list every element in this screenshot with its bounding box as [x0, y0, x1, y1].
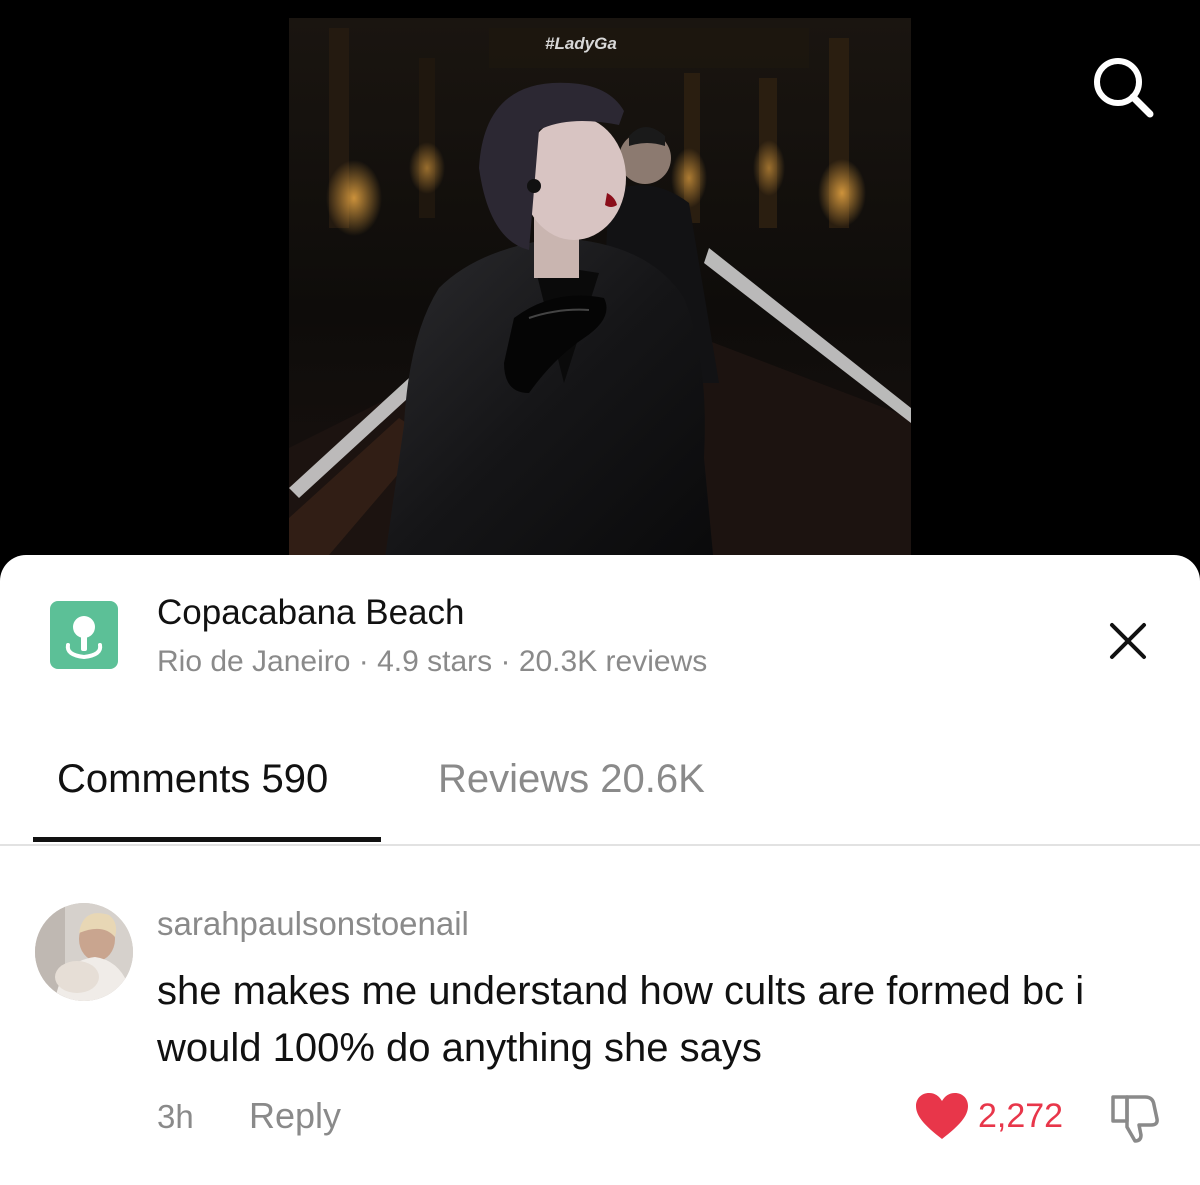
thumbs-down-icon: [1111, 1095, 1159, 1143]
comment-username[interactable]: sarahpaulsonstoenail: [157, 905, 469, 943]
comments-sheet: Copacabana Beach Rio de Janeiro · 4.9 st…: [0, 555, 1200, 1185]
tabs-divider: [0, 844, 1200, 846]
map-pin-icon: [50, 601, 118, 669]
video-still: [289, 18, 911, 555]
tab-comments[interactable]: Comments 590: [57, 757, 328, 802]
comment-item: sarahpaulsonstoenail she makes me unders…: [0, 885, 1200, 1185]
comment-text: she makes me understand how cults are fo…: [157, 969, 1085, 1070]
heart-icon: [916, 1093, 968, 1139]
tab-bar: Comments 590 Reviews 20.6K: [0, 735, 1200, 845]
video-player[interactable]: #LadyGa: [0, 0, 1200, 600]
search-button[interactable]: [1086, 50, 1158, 122]
dislike-button[interactable]: [1105, 1089, 1161, 1145]
place-subtitle: Rio de Janeiro · 4.9 stars · 20.3K revie…: [157, 645, 708, 678]
search-icon: [1094, 58, 1154, 118]
active-tab-indicator: [33, 837, 381, 842]
comment-timestamp: 3h: [157, 1098, 194, 1135]
like-button[interactable]: [914, 1091, 970, 1143]
like-count: 2,272: [978, 1097, 1064, 1135]
avatar-image: [35, 903, 133, 1001]
app-root: #LadyGa Copacabana Beach Rio de Janeiro …: [0, 0, 1200, 1185]
place-title[interactable]: Copacabana Beach: [157, 593, 464, 633]
video-frame[interactable]: [289, 18, 911, 555]
video-watermark: #LadyGa: [545, 34, 617, 53]
close-icon: [1110, 623, 1146, 659]
tab-reviews[interactable]: Reviews 20.6K: [438, 757, 705, 802]
close-button[interactable]: [1098, 611, 1158, 671]
avatar[interactable]: [35, 903, 133, 1001]
reply-button[interactable]: Reply: [249, 1095, 341, 1137]
